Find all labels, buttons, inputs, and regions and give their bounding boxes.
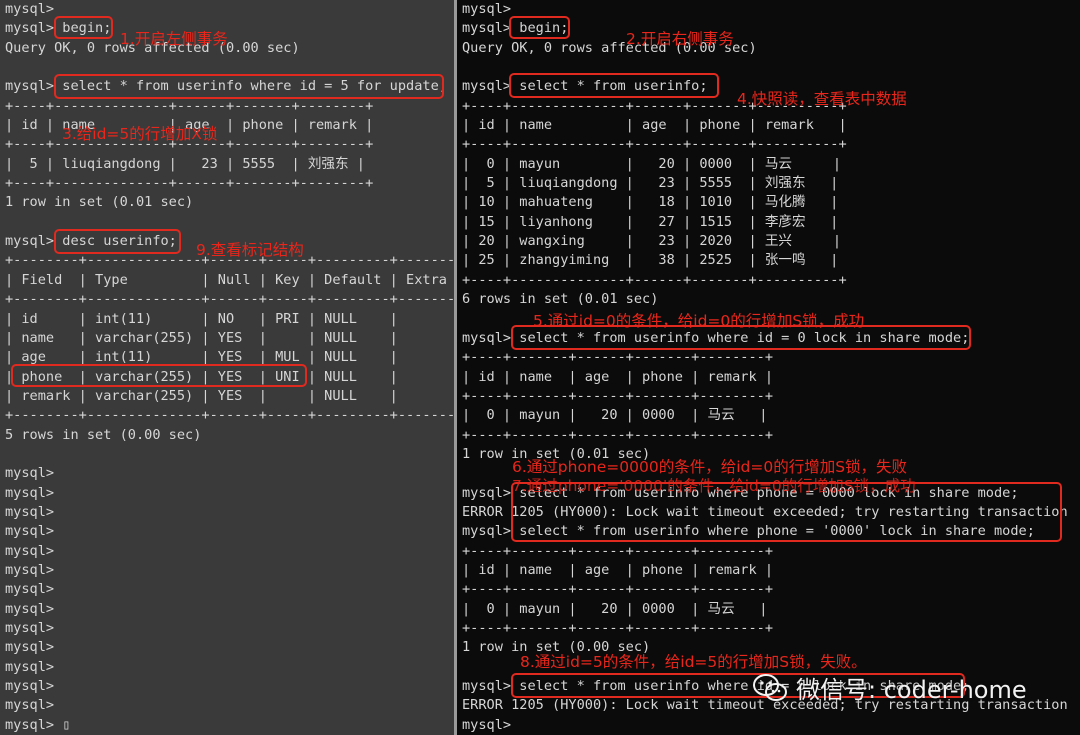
left-line: mysql>	[5, 639, 55, 656]
right-line: | id | name | age | phone | remark |	[462, 117, 847, 134]
left-line: mysql>	[5, 523, 55, 540]
left-line	[5, 445, 454, 464]
left-line: mysql>	[5, 561, 55, 578]
left-line: +--------+--------------+------+-----+--…	[5, 407, 454, 424]
right-line: mysql>	[462, 716, 512, 733]
annotation-step-8: 8.通过id=5的条件，给id=5的行增加S锁，失败。	[520, 653, 867, 671]
right-line: +----+-------+------+-------+--------+	[462, 349, 773, 366]
highlight-select-all	[509, 73, 719, 98]
annotation-step-1: 1.开启左侧事务	[120, 30, 228, 48]
right-line: | 0 | mayun | 20 | 0000 | 马云 |	[462, 155, 842, 172]
right-line: +----+-------+------+-------+--------+	[462, 387, 773, 404]
right-line: | id | name | age | phone | remark |	[462, 561, 773, 578]
right-line: +----+-------+------+-------+--------+	[462, 542, 773, 559]
left-line: mysql>	[5, 697, 55, 714]
left-line: mysql> ▯	[5, 716, 71, 733]
right-line: +----+--------------+------+-------+----…	[462, 271, 847, 288]
right-terminal-pane[interactable]: mysql> mysql> begin; Query OK, 0 rows affe…	[457, 0, 1080, 735]
right-line: +----+-------+------+-------+--------+	[462, 581, 773, 598]
annotation-step-7: 7.通过phone='0000'的条件，给id=0的行增加S锁，成功	[512, 477, 916, 495]
right-line: | 0 | mayun | 20 | 0000 | 马云 |	[462, 407, 768, 424]
left-line: mysql>	[5, 620, 55, 636]
right-terminal-output: mysql> mysql> begin; Query OK, 0 rows affe…	[457, 0, 1080, 735]
annotation-step-9: 9.查看标记结构	[196, 241, 304, 259]
left-line: mysql>	[5, 542, 55, 559]
highlight-for-update	[54, 74, 444, 99]
right-line: | 25 | zhangyiming | 38 | 2525 | 张一鸣 |	[462, 252, 839, 269]
left-line: mysql>	[5, 581, 55, 598]
left-line: mysql>	[5, 484, 55, 501]
left-line: mysql>	[5, 465, 55, 482]
right-line: +----+--------------+------+-------+----…	[462, 136, 847, 153]
left-line: | id | int(11) | NO | PRI | NULL | |	[5, 310, 454, 327]
highlight-begin-right	[509, 16, 570, 39]
right-line: +----+-------+------+-------+--------+	[462, 426, 773, 443]
left-line: 1 row in set (0.01 sec)	[5, 194, 194, 211]
right-line: | 20 | wangxing | 23 | 2020 | 王兴 |	[462, 233, 842, 250]
right-line: | 0 | mayun | 20 | 0000 | 马云 |	[462, 600, 768, 617]
annotation-step-3: 3.给id=5的行增加X锁	[62, 125, 218, 143]
left-line: | name | varchar(255) | YES | | NULL | |	[5, 329, 454, 346]
right-line: Query OK, 0 rows affected (0.00 sec)	[462, 39, 757, 56]
annotation-step-4: 4.快照读，查看表中数据	[737, 90, 907, 108]
left-line: mysql>	[5, 658, 55, 675]
left-line: +----+--------------+------+-------+----…	[5, 175, 374, 192]
left-line: | remark | varchar(255) | YES | | NULL |…	[5, 387, 454, 404]
highlight-phone-row	[11, 364, 307, 387]
left-line: +--------+--------------+------+-----+--…	[5, 291, 454, 308]
right-line: 6 rows in set (0.01 sec)	[462, 291, 659, 308]
wechat-icon	[752, 673, 788, 703]
left-line: | 5 | liuqiangdong | 23 | 5555 | 刘强东 |	[5, 155, 365, 172]
right-line: | 10 | mahuateng | 18 | 1010 | 马化腾 |	[462, 194, 839, 211]
annotation-step-2: 2.开启右侧事务	[626, 30, 734, 48]
left-line: | Field | Type | Null | Key | Default | …	[5, 271, 454, 288]
left-line: 5 rows in set (0.00 sec)	[5, 426, 202, 443]
left-line: +----+--------------+------+-------+----…	[5, 97, 374, 114]
left-line: mysql>	[5, 503, 55, 520]
right-line: | 15 | liyanhong | 27 | 1515 | 李彦宏 |	[462, 213, 839, 230]
left-line: mysql>	[5, 678, 55, 695]
left-line: Query OK, 0 rows affected (0.00 sec)	[5, 39, 300, 56]
right-line: +----+-------+------+-------+--------+	[462, 620, 773, 636]
annotation-step-5: 5.通过id=0的条件，给id=0的行增加S锁，成功	[533, 312, 865, 330]
highlight-begin-left	[54, 16, 113, 39]
right-line: | id | name | age | phone | remark |	[462, 368, 773, 385]
left-line: mysql>	[5, 600, 55, 617]
highlight-desc	[54, 229, 181, 254]
watermark: 微信号: coder-home	[752, 670, 1027, 705]
right-line: | 5 | liuqiangdong | 23 | 5555 | 刘强东 |	[462, 175, 839, 192]
watermark-text: 微信号: coder-home	[796, 676, 1027, 704]
